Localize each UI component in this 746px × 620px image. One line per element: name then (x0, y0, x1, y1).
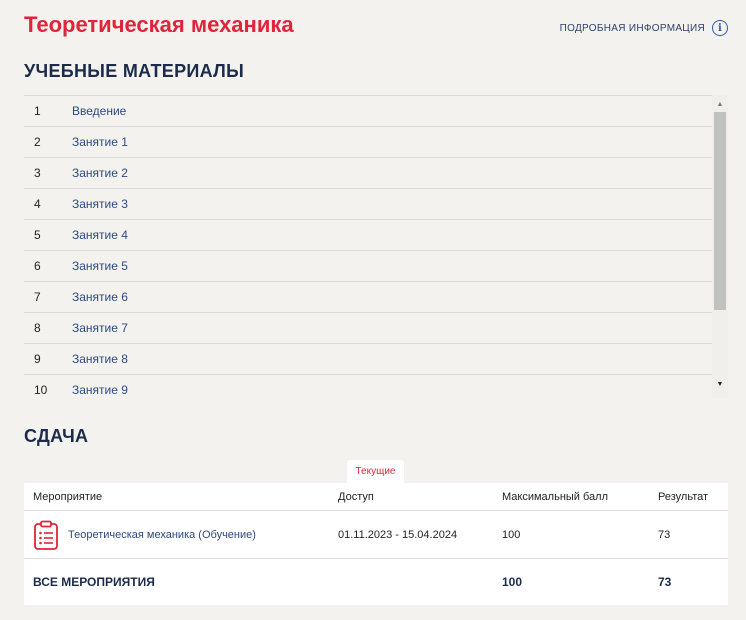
list-item: 2 Занятие 1 (24, 127, 712, 158)
material-link[interactable]: Занятие 3 (72, 197, 128, 211)
list-item: 9 Занятие 8 (24, 344, 712, 375)
list-item: 6 Занятие 5 (24, 251, 712, 282)
details-link-label: ПОДРОБНАЯ ИНФОРМАЦИЯ (559, 22, 705, 34)
material-link[interactable]: Занятие 2 (72, 166, 128, 180)
column-header-max-score: Максимальный балл (502, 490, 608, 503)
column-header-result: Результат (658, 490, 709, 503)
materials-section-title: УЧЕБНЫЕ МАТЕРИАЛЫ (24, 61, 245, 81)
list-item: 1 Введение (24, 96, 712, 127)
material-link[interactable]: Занятие 4 (72, 228, 128, 242)
list-item: 10 Занятие 9 (24, 375, 712, 398)
scroll-down-arrow-icon[interactable]: ▼ (712, 376, 728, 392)
item-number: 5 (34, 228, 41, 242)
materials-list: 1 Введение 2 Занятие 1 3 Занятие 2 4 Зан… (24, 95, 712, 398)
event-link[interactable]: Теоретическая механика (Обучение) (68, 529, 256, 541)
list-item: 7 Занятие 6 (24, 282, 712, 313)
column-header-event: Мероприятие (33, 490, 103, 503)
total-result: 73 (658, 575, 672, 589)
material-link[interactable]: Занятие 6 (72, 290, 128, 304)
table-header-row: Мероприятие Доступ Максимальный балл Рез… (24, 483, 728, 511)
item-number: 3 (34, 166, 41, 180)
info-icon: i (712, 20, 728, 36)
list-item: 3 Занятие 2 (24, 158, 712, 189)
table-row: Теоретическая механика (Обучение) 01.11.… (24, 511, 728, 559)
item-number: 1 (34, 104, 41, 118)
event-cell: Теоретическая механика (Обучение) (33, 511, 256, 558)
materials-list-container: 1 Введение 2 Занятие 1 3 Занятие 2 4 Зан… (24, 95, 728, 398)
clipboard-icon (34, 520, 58, 550)
materials-scrollbar[interactable]: ▲ ▼ (712, 95, 728, 398)
page-title: Теоретическая механика (24, 12, 294, 37)
submission-section-title: СДАЧА (24, 426, 89, 446)
item-number: 6 (34, 259, 41, 273)
material-link[interactable]: Введение (72, 104, 126, 118)
item-number: 9 (34, 352, 41, 366)
item-number: 2 (34, 135, 41, 149)
tab-current[interactable]: Текущие (347, 460, 404, 483)
total-label: ВСЕ МЕРОПРИЯТИЯ (33, 575, 155, 589)
material-link[interactable]: Занятие 7 (72, 321, 128, 335)
details-link[interactable]: ПОДРОБНАЯ ИНФОРМАЦИЯ i (560, 20, 728, 36)
list-item: 8 Занятие 7 (24, 313, 712, 344)
item-number: 4 (34, 197, 41, 211)
total-max-score: 100 (502, 575, 523, 589)
submission-table: Мероприятие Доступ Максимальный балл Рез… (24, 483, 728, 605)
max-score-value: 100 (502, 528, 521, 541)
item-number: 10 (34, 383, 48, 397)
list-item: 4 Занятие 3 (24, 189, 712, 220)
material-link[interactable]: Занятие 1 (72, 135, 128, 149)
item-number: 7 (34, 290, 41, 304)
access-period: 01.11.2023 - 15.04.2024 (338, 528, 458, 541)
result-value: 73 (658, 528, 671, 541)
scroll-thumb[interactable] (714, 112, 726, 310)
material-link[interactable]: Занятие 8 (72, 352, 128, 366)
material-link[interactable]: Занятие 5 (72, 259, 128, 273)
column-header-access: Доступ (338, 490, 374, 503)
scroll-up-arrow-icon[interactable]: ▲ (712, 96, 728, 112)
item-number: 8 (34, 321, 41, 335)
list-item: 5 Занятие 4 (24, 220, 712, 251)
material-link[interactable]: Занятие 9 (72, 383, 128, 397)
table-total-row: ВСЕ МЕРОПРИЯТИЯ 100 73 (24, 559, 728, 605)
